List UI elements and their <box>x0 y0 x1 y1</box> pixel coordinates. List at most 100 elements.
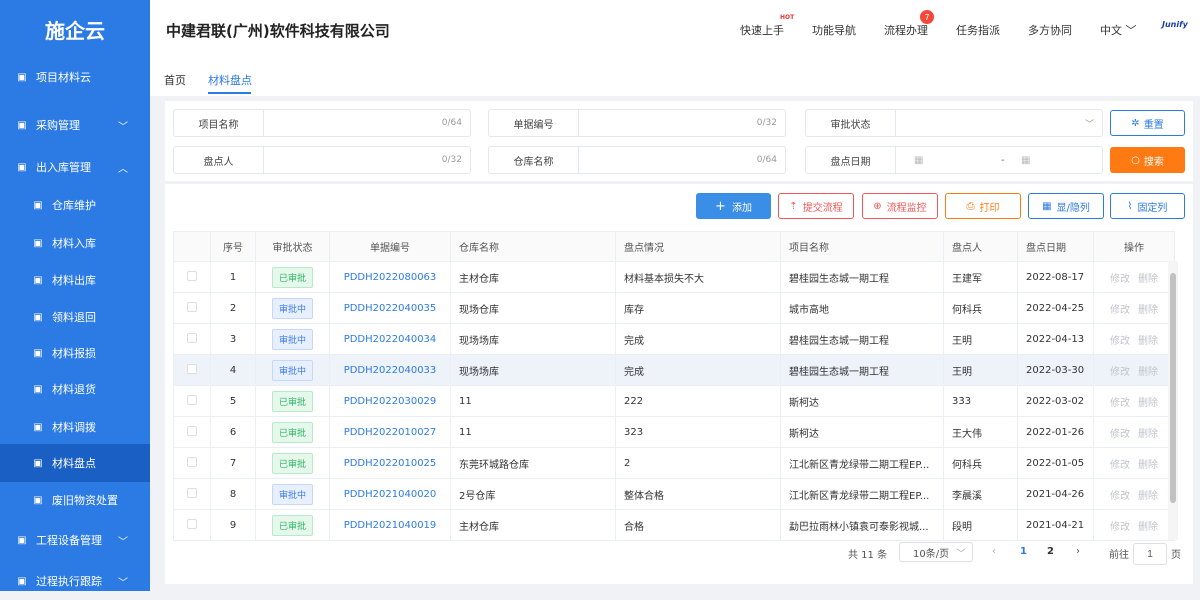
table-row[interactable]: 4 审批中 PDDH2022040033 现场场库 完成 碧桂园生态城一期工程 王明 2022… <box>173 354 1175 386</box>
sidebar-item[interactable]: ▣ 废旧物资处置 <box>0 481 150 519</box>
delete-link[interactable]: 删除 <box>1138 460 1158 471</box>
table-row[interactable]: 6 已审批 PDDH2022010027 11 323 斯柯达 王大伟 2022-01-26 修… <box>173 416 1175 448</box>
nav-collaboration[interactable]: 多方协同 <box>1028 22 1072 38</box>
prev-page-icon[interactable]: ‹ <box>992 546 996 557</box>
row-checkbox[interactable] <box>187 394 197 405</box>
toggle-columns-button[interactable]: ▦ 显/隐列 <box>1028 193 1104 219</box>
sidebar-item[interactable]: ▣ 仓库维护 <box>0 186 150 224</box>
submit-process-button[interactable]: ⇡ 提交流程 <box>778 193 854 219</box>
row-checkbox[interactable] <box>187 301 197 312</box>
reset-button[interactable]: ✲ 重置 <box>1110 110 1185 136</box>
table-row[interactable]: 1 已审批 PDDH2022080063 主材仓库 材料基本损失不大 碧桂园生态城一期工程… <box>173 261 1175 293</box>
doc-link[interactable]: PDDH2021040020 <box>344 489 437 500</box>
sidebar-item[interactable]: ▣ 材料退货 <box>0 370 150 408</box>
row-checkbox-cell[interactable] <box>173 323 211 355</box>
process-monitor-button[interactable]: ⊕ 流程监控 <box>862 193 938 219</box>
sidebar-item[interactable]: ▣ 材料报损 <box>0 334 150 372</box>
row-checkbox[interactable] <box>187 332 197 343</box>
table-row[interactable]: 9 已审批 PDDH2021040019 主材仓库 合格 勐巴拉雨林小镇袁可泰影视城...… <box>173 509 1175 541</box>
nav-process[interactable]: 流程办理 <box>884 22 928 38</box>
table-scrollbar[interactable] <box>1168 261 1178 540</box>
edit-link[interactable]: 修改 <box>1110 274 1130 285</box>
tab-home[interactable]: 首页 <box>164 72 186 88</box>
sidebar-item[interactable]: ▣ 出入库管理 ︿ <box>0 148 150 186</box>
scrollbar-thumb[interactable] <box>1170 273 1176 503</box>
delete-link[interactable]: 删除 <box>1138 336 1158 347</box>
doc-link[interactable]: PDDH2022040035 <box>344 303 437 314</box>
sidebar-item[interactable]: ▣ 领料退回 <box>0 298 150 336</box>
row-checkbox-cell[interactable] <box>173 292 211 324</box>
edit-link[interactable]: 修改 <box>1110 460 1130 471</box>
sidebar-item[interactable]: ▣ 材料调拨 <box>0 408 150 446</box>
row-checkbox-cell[interactable] <box>173 385 211 417</box>
row-checkbox[interactable] <box>187 363 197 374</box>
row-checkbox[interactable] <box>187 518 197 529</box>
sidebar-item[interactable]: ▣ 材料盘点 <box>0 444 150 482</box>
doc-link[interactable]: PDDH2022030029 <box>344 396 437 407</box>
nav-function-guide[interactable]: 功能导航 <box>812 22 856 38</box>
page-2[interactable]: 2 <box>1047 546 1054 557</box>
table-row[interactable]: 2 审批中 PDDH2022040035 现场仓库 库存 城市高地 何科兵 2022-04-2… <box>173 292 1175 324</box>
delete-link[interactable]: 删除 <box>1138 429 1158 440</box>
table-row[interactable]: 7 已审批 PDDH2022010025 东莞环城路仓库 2 江北新区青龙绿带二期工程EP… <box>173 447 1175 479</box>
nav-quick-start[interactable]: 快速上手 <box>740 22 784 38</box>
row-checkbox[interactable] <box>187 456 197 467</box>
delete-link[interactable]: 删除 <box>1138 367 1158 378</box>
tab-inventory[interactable]: 材料盘点 <box>208 72 252 88</box>
delete-link[interactable]: 删除 <box>1138 398 1158 409</box>
doc-no-field[interactable]: 单据编号 0/32 <box>488 109 786 137</box>
search-button[interactable]: ○ 搜索 <box>1110 147 1185 173</box>
row-checkbox[interactable] <box>187 270 197 281</box>
edit-link[interactable]: 修改 <box>1110 398 1130 409</box>
table-row[interactable]: 5 已审批 PDDH2022030029 11 222 斯柯达 333 2022-03-02 修… <box>173 385 1175 417</box>
chevron-icon: ︿ <box>118 163 128 175</box>
row-checkbox-cell[interactable] <box>173 478 211 510</box>
doc-link[interactable]: PDDH2022040033 <box>344 365 437 376</box>
edit-link[interactable]: 修改 <box>1110 491 1130 502</box>
counter-field[interactable]: 盘点人 0/32 <box>173 146 471 174</box>
sidebar-item[interactable]: ▣ 工程设备管理 ﹀ <box>0 521 150 559</box>
row-checkbox-cell[interactable] <box>173 261 211 293</box>
edit-link[interactable]: 修改 <box>1110 336 1130 347</box>
row-checkbox-cell[interactable] <box>173 354 211 386</box>
table-row[interactable]: 3 审批中 PDDH2022040034 现场场库 完成 碧桂园生态城一期工程 王明 2022… <box>173 323 1175 355</box>
page-size-select[interactable]: 10条/页 ﹀ <box>899 542 973 562</box>
row-checkbox[interactable] <box>187 487 197 498</box>
project-name-field[interactable]: 项目名称 0/64 <box>173 109 471 137</box>
add-button[interactable]: + 添加 <box>696 193 771 219</box>
sidebar-item[interactable]: ▣ 过程执行跟踪 ﹀ <box>0 562 150 600</box>
doc-link[interactable]: PDDH2022080063 <box>344 272 437 283</box>
row-checkbox[interactable] <box>187 425 197 436</box>
edit-link[interactable]: 修改 <box>1110 429 1130 440</box>
delete-link[interactable]: 删除 <box>1138 305 1158 316</box>
row-checkbox-cell[interactable] <box>173 447 211 479</box>
nav-task-assign[interactable]: 任务指派 <box>956 22 1000 38</box>
row-checkbox-cell[interactable] <box>173 416 211 448</box>
sidebar-item[interactable]: ▣ 采购管理 ﹀ <box>0 106 150 144</box>
delete-link[interactable]: 删除 <box>1138 522 1158 533</box>
doc-link[interactable]: PDDH2022010027 <box>344 427 437 438</box>
sidebar-item[interactable]: ▣ 项目材料云 <box>0 58 150 96</box>
row-checkbox-cell[interactable] <box>173 509 211 541</box>
doc-link[interactable]: PDDH2021040019 <box>344 520 437 531</box>
language-select[interactable]: 中文 ﹀ <box>1100 22 1137 38</box>
edit-link[interactable]: 修改 <box>1110 522 1130 533</box>
sidebar-item[interactable]: ▣ 材料入库 <box>0 224 150 262</box>
doc-link[interactable]: PDDH2022010025 <box>344 458 437 469</box>
edit-link[interactable]: 修改 <box>1110 367 1130 378</box>
delete-link[interactable]: 删除 <box>1138 491 1158 502</box>
cell-no: 1 <box>210 261 256 293</box>
warehouse-field[interactable]: 仓库名称 0/64 <box>488 146 786 174</box>
table-row[interactable]: 8 审批中 PDDH2021040020 2号仓库 整体合格 江北新区青龙绿带二期工程EP… <box>173 478 1175 510</box>
date-range-field[interactable]: 盘点日期 ▦ - ▦ <box>805 146 1103 174</box>
sidebar-item[interactable]: ▣ 材料出库 <box>0 261 150 299</box>
print-button[interactable]: ⎙ 打印 <box>945 193 1021 219</box>
pin-columns-button[interactable]: ⌇ 固定列 <box>1110 193 1185 219</box>
doc-link[interactable]: PDDH2022040034 <box>344 334 437 345</box>
goto-page-input[interactable] <box>1133 543 1167 565</box>
delete-link[interactable]: 删除 <box>1138 274 1158 285</box>
page-1[interactable]: 1 <box>1020 546 1027 557</box>
next-page-icon[interactable]: › <box>1076 546 1080 557</box>
approve-status-select[interactable]: 审批状态 ﹀ <box>805 109 1103 137</box>
edit-link[interactable]: 修改 <box>1110 305 1130 316</box>
